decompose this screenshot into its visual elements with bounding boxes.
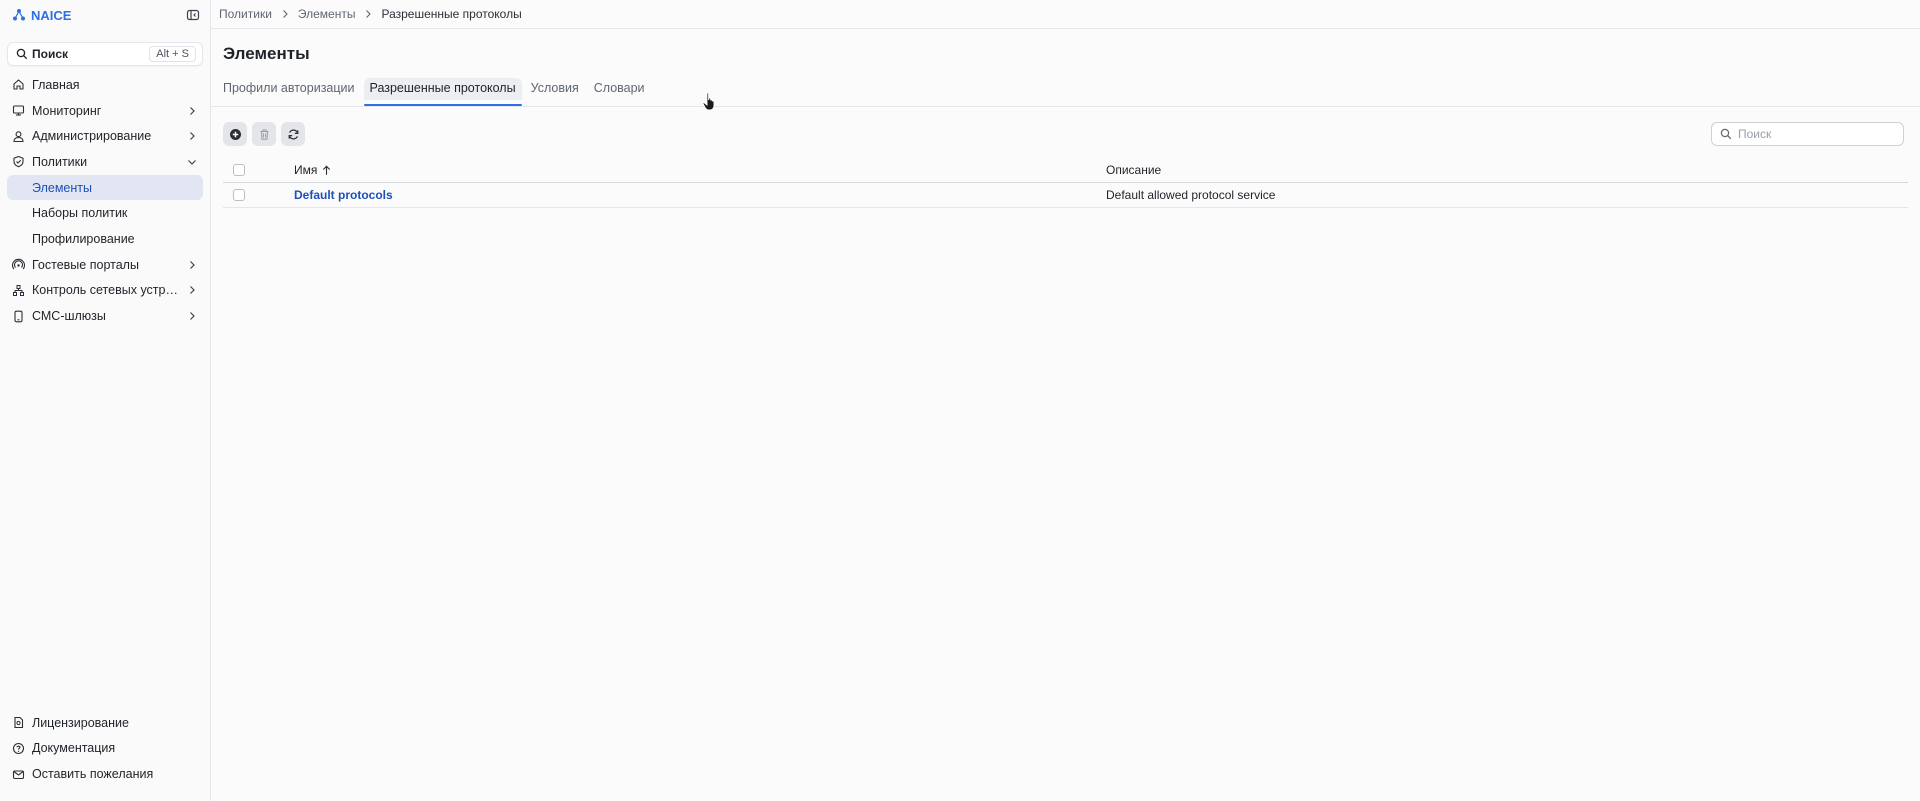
sidebar-item-label: Мониторинг [32,103,102,118]
sidebar-item-licensing[interactable]: Лицензирование [0,710,210,736]
search-shortcut-badge: Alt + S [149,46,196,62]
logo-icon [13,9,25,21]
user-icon [13,130,24,142]
brand-header: NAICE [0,1,210,29]
column-header-name[interactable]: Имя [294,163,1106,177]
row-checkbox[interactable] [233,189,245,201]
tab-bar: Профили авторизации Разрешенные протокол… [211,78,1920,111]
global-search[interactable]: Поиск Alt + S [7,42,203,66]
sidebar-subitem-elements[interactable]: Элементы [7,174,203,201]
shield-icon [13,156,24,168]
refresh-button[interactable] [281,122,305,146]
chevron-right-icon [190,106,195,115]
help-icon [12,742,25,755]
column-header-name-label: Имя [294,163,318,177]
column-header-description[interactable]: Описание [1106,163,1908,177]
sidebar-bottom-nav: Лицензирование Документация Оставить пож… [0,710,210,787]
search-icon [16,48,28,60]
home-icon [13,79,24,90]
delete-button[interactable] [252,122,276,146]
sidebar-item-label: Администрирование [32,129,152,144]
trash-icon [260,128,268,140]
sidebar-item-label: Лицензирование [32,715,129,730]
sidebar-subitem-label: Элементы [32,180,92,195]
breadcrumb-item-elements[interactable]: Элементы [298,7,356,21]
chevron-right-icon [190,312,195,320]
sidebar-item-label: Политики [32,154,88,169]
sidebar-item-label: СМС-шлюзы [32,309,106,324]
sidebar-item-label: Документация [32,741,116,756]
sidebar-nav: Главная Мониторинг Администрирование Пол… [0,72,210,329]
add-button[interactable] [223,122,247,146]
row-check-cell [223,189,294,201]
wifi-portal-icon [12,258,25,270]
refresh-icon [288,129,298,139]
network-icon [13,284,24,296]
row-name-link[interactable]: Default protocols [294,188,393,202]
table-toolbar [211,107,1920,147]
main-content: Политики Элементы Разрешенные протоколы … [211,0,1920,801]
breadcrumb-item-current: Разрешенные протоколы [381,7,522,21]
sidebar-item-monitoring[interactable]: Мониторинг [0,98,210,124]
tab-dictionaries[interactable]: Словари [594,78,645,106]
select-all-checkbox[interactable] [233,164,245,176]
row-description-cell: Default allowed protocol service [1106,188,1276,202]
protocols-table: Имя Описание Default protocols Default a… [223,158,1908,208]
sidebar-item-label: Контроль сетевых устро... [32,283,182,298]
sidebar-collapse-icon[interactable] [186,8,200,22]
breadcrumb-item-policies[interactable]: Политики [219,7,272,21]
sort-ascending-icon[interactable] [321,165,332,176]
sidebar-subitem-label: Профилирование [32,231,135,246]
sidebar-item-sms-gateways[interactable]: СМС-шлюзы [0,303,210,329]
add-icon [229,128,241,140]
chevron-right-icon [366,10,372,18]
app-name: NAICE [31,7,72,23]
table-search-input[interactable] [1738,127,1895,141]
chevron-right-icon [283,10,288,18]
row-name-cell: Default protocols [294,188,1106,202]
chevron-right-icon [190,132,195,141]
table-search[interactable] [1711,122,1904,146]
sidebar-subitem-policy-sets[interactable]: Наборы политик [0,200,210,226]
monitor-icon [12,105,25,116]
search-icon [1720,128,1732,140]
sidebar-item-administration[interactable]: Администрирование [0,123,210,149]
sidebar: NAICE Поиск Alt + S Главная Мониторинг А… [0,0,211,801]
sidebar-item-network-devices[interactable]: Контроль сетевых устро... [0,278,210,304]
table-header: Имя Описание [223,158,1908,183]
sidebar-item-label: Оставить пожелания [32,767,154,782]
header-check-cell [223,164,294,176]
sidebar-item-policies[interactable]: Политики [0,149,210,175]
page-title: Элементы [223,44,310,63]
sidebar-item-guest-portals[interactable]: Гостевые порталы [0,252,210,278]
tab-auth-profiles[interactable]: Профили авторизации [223,78,355,106]
tab-allowed-protocols[interactable]: Разрешенные протоколы [363,78,522,106]
sidebar-item-home[interactable]: Главная [0,72,210,98]
sidebar-item-feedback[interactable]: Оставить пожелания [0,761,210,787]
sidebar-item-label: Гостевые порталы [32,257,139,272]
tab-conditions[interactable]: Условия [531,78,579,106]
global-search-label: Поиск [32,47,69,61]
chevron-right-icon [190,286,195,295]
feedback-icon [12,770,25,779]
chevron-down-icon [188,159,196,165]
sidebar-item-documentation[interactable]: Документация [0,736,210,762]
table-row[interactable]: Default protocols Default allowed protoc… [223,183,1908,208]
sidebar-subitem-label: Наборы политик [32,206,128,221]
breadcrumb: Политики Элементы Разрешенные протоколы [211,0,1920,29]
sidebar-item-label: Главная [32,77,80,92]
sidebar-subitem-profiling[interactable]: Профилирование [0,226,210,252]
license-icon [14,717,24,729]
phone-icon [14,310,23,322]
chevron-right-icon [190,260,195,269]
